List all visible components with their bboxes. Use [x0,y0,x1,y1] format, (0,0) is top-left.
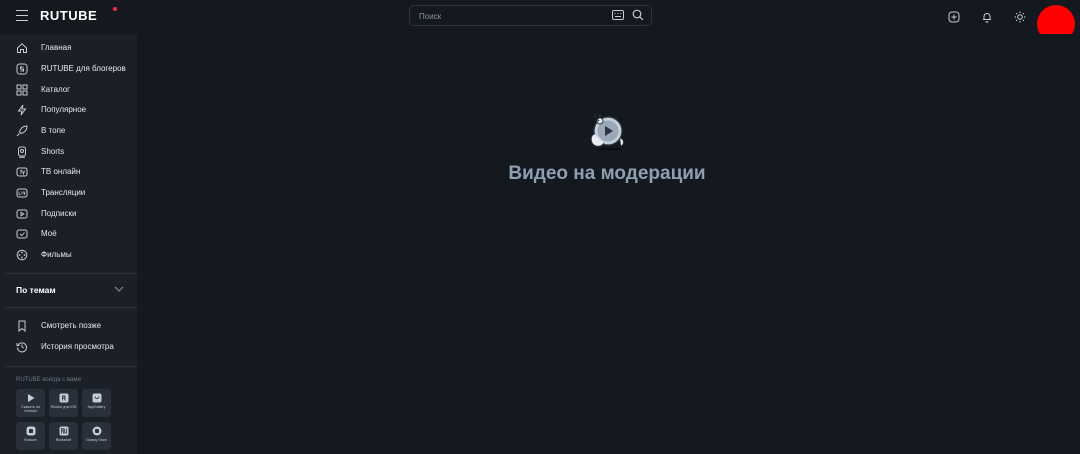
sidebar-item-live[interactable]: Трансляции [0,183,137,203]
add-video-icon [948,11,960,23]
sidebar-item-label: Популярное [41,105,87,114]
sidebar-item-label: Главная [41,43,72,52]
ios-icon [59,393,68,403]
sidebar-item-label: История просмотра [41,342,114,351]
app-galaxy-store[interactable]: Galaxy Store [82,422,111,450]
notifications-button[interactable] [979,9,995,25]
sidebar-item-studio[interactable]: RUTUBE для блогеров [0,59,137,79]
keyboard-icon[interactable] [612,10,624,20]
sidebar-item-label: Подписки [41,209,77,218]
sidebar-divider [4,273,137,274]
sidebar-item-label: Каталог [41,85,71,94]
search-bar [409,5,652,27]
bookmark-icon [18,320,26,332]
sidebar-item-catalog[interactable]: Каталог [0,80,137,100]
galaxy-store-icon [92,426,101,436]
appgallery-icon [92,393,101,403]
sidebar-item-top[interactable]: В топе [0,121,137,141]
search-input[interactable] [410,6,611,27]
main-content [137,34,1080,454]
sidebar-item-home[interactable]: Главная [0,38,137,58]
rumarket-icon [59,426,68,436]
films-icon [16,249,28,261]
app-ios[interactable]: Rutube для iOS [49,389,78,417]
top-bar: RUTUBE [0,0,1080,43]
sidebar-divider [4,307,137,308]
menu-icon[interactable] [16,10,28,22]
moderation-illustration-icon [590,114,624,151]
apps-title: RUTUBE всегда с вами [16,377,81,383]
app-label: RuMarket [55,438,72,442]
logo-accent-dot [113,7,117,11]
app-rumarket[interactable]: RuMarket [49,422,78,450]
sun-icon [1014,11,1026,23]
sidebar-item-subscriptions[interactable]: Подписки [0,204,137,224]
app-label: Rustore [24,438,37,442]
sidebar-item-tv[interactable]: ТВ онлайн [0,162,137,182]
catalog-icon [16,84,28,96]
sidebar-item-label: ТВ онлайн [41,167,81,176]
chevron-down-icon[interactable] [114,285,124,293]
rustore-icon [26,426,35,436]
upload-button[interactable] [946,9,962,25]
sidebar-item-history[interactable]: История просмотра [0,337,137,357]
sidebar-item-label: RUTUBE для блогеров [41,64,126,73]
sidebar-item-watch-later[interactable]: Смотреть позже [0,316,137,336]
tv-icon [16,167,28,177]
sidebar-item-my[interactable]: Моё [0,224,137,244]
lightning-icon [17,104,27,116]
live-icon [16,188,28,198]
history-icon [16,342,27,353]
theme-toggle-button[interactable] [1012,9,1028,25]
sidebar-item-films[interactable]: Фильмы [0,245,137,265]
sidebar-item-label: В топе [41,126,66,135]
moderation-status-title: Видео на модерации [508,163,706,184]
rocket-icon [16,125,28,137]
app-label: AppGallery [87,405,106,409]
bell-icon [983,13,991,23]
sidebar-item-shorts[interactable]: Shorts [0,142,137,162]
google-play-icon [27,394,34,402]
sidebar-item-label: Моё [41,229,57,238]
app-label: Скачать на Android [21,405,40,413]
app-label: Galaxy Store [86,438,107,442]
topics-toggle[interactable]: По темам [16,285,56,295]
sidebar-item-label: Shorts [41,147,65,156]
shorts-icon [18,146,26,158]
app-google-play[interactable]: Скачать на Android [16,389,45,417]
rutube-logo[interactable]: RUTUBE [40,8,97,23]
sidebar-item-label: Фильмы [41,250,72,259]
sidebar: Главная RUTUBE для блогеров Каталог Попу… [0,34,137,454]
sidebar-item-label: Трансляции [41,188,86,197]
search-icon[interactable] [632,9,644,21]
sidebar-divider [4,366,137,367]
studio-icon [16,63,28,75]
my-icon [16,229,28,239]
app-rustore[interactable]: Rustore [16,422,45,450]
app-appgallery[interactable]: AppGallery [82,389,111,417]
home-icon [17,43,27,53]
subscriptions-icon [16,209,28,219]
sidebar-item-label: Смотреть позже [41,321,102,330]
sidebar-item-popular[interactable]: Популярное [0,100,137,120]
app-label: Rutube для iOS [50,405,77,409]
